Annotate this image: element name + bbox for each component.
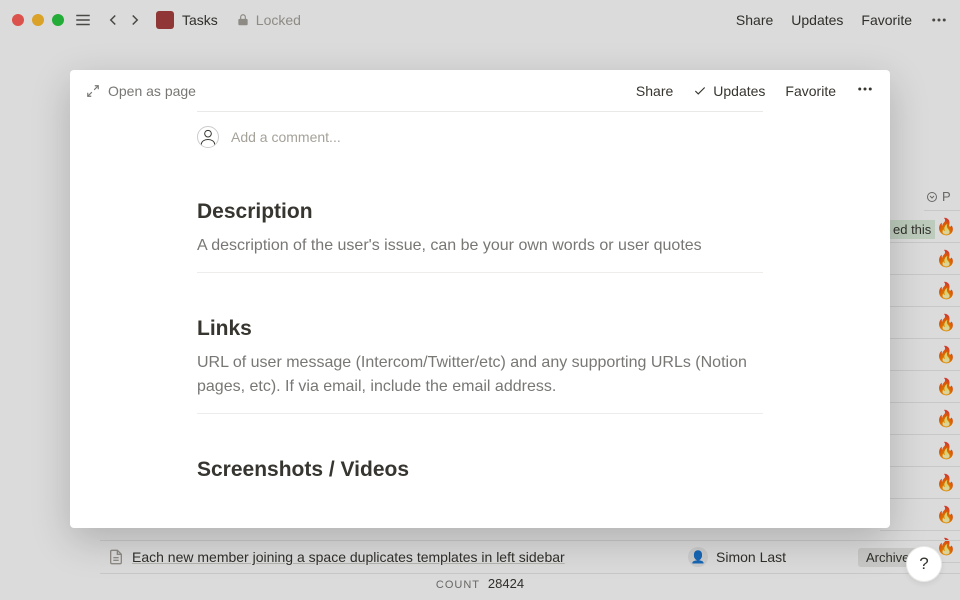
section-heading: Description [197,200,763,224]
open-as-page-button[interactable]: Open as page [86,83,196,99]
expand-icon [86,84,100,98]
modal-updates-button[interactable]: Updates [693,83,765,99]
comment-composer[interactable] [197,112,763,164]
section-description: Description A description of the user's … [197,164,763,281]
section-body[interactable]: URL of user message (Intercom/Twitter/et… [197,351,763,399]
section-links: Links URL of user message (Intercom/Twit… [197,281,763,422]
modal-body: Description A description of the user's … [70,111,890,528]
comment-input[interactable] [231,129,763,145]
open-as-page-label: Open as page [108,83,196,99]
section-heading: Links [197,317,763,341]
modal-favorite-button[interactable]: Favorite [785,83,836,99]
modal-actions: Share Updates Favorite [636,80,874,101]
modal-header: Open as page Share Updates Favorite [70,70,890,111]
section-media: Screenshots / Videos [197,422,763,500]
help-label: ? [919,554,928,574]
modal-more-icon[interactable] [856,80,874,101]
page-modal: Open as page Share Updates Favorite [70,70,890,528]
check-icon [693,84,707,98]
section-heading: Screenshots / Videos [197,458,763,482]
section-body[interactable]: A description of the user's issue, can b… [197,234,763,258]
help-button[interactable]: ? [906,546,942,582]
avatar [197,126,219,148]
modal-share-button[interactable]: Share [636,83,673,99]
